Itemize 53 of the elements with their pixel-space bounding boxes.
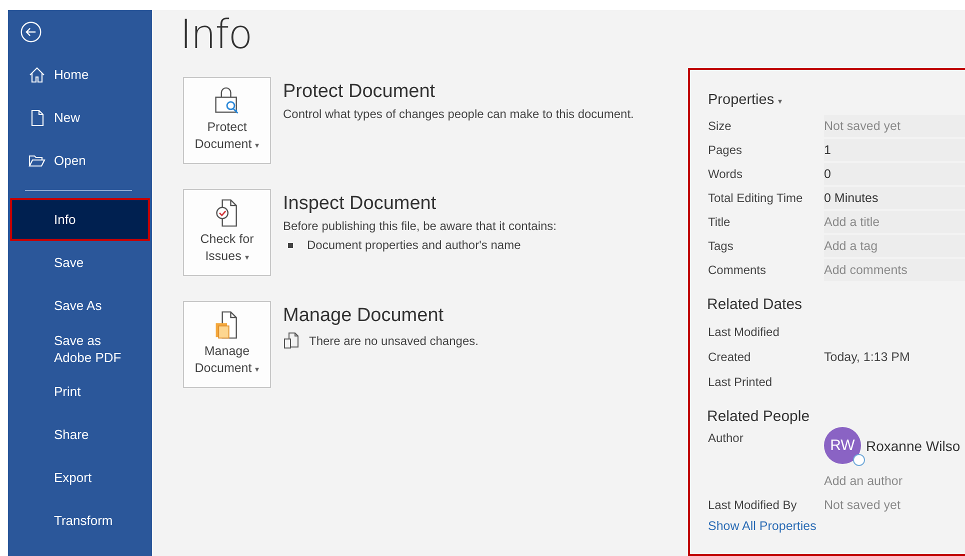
section-button[interactable]: Protect Document ▾	[183, 77, 271, 164]
caret-icon: ▾	[255, 365, 260, 374]
home-icon	[28, 66, 46, 84]
property-label: Pages	[708, 143, 744, 157]
page-title: Info	[180, 12, 253, 58]
property-label: Created	[708, 350, 752, 364]
property-value: Not saved yet	[824, 498, 900, 512]
property-label: Title	[708, 215, 732, 229]
documents-icon	[283, 332, 299, 350]
properties-dropdown[interactable]: Properties ▾	[708, 92, 965, 108]
section-description: Control what types of changes people can make to this document.	[283, 107, 634, 121]
caret-icon: ▾	[778, 97, 782, 106]
property-value: Today, 1:13 PM	[824, 350, 910, 364]
property-value[interactable]: 0	[824, 163, 965, 185]
property-label: Last Modified By	[708, 498, 798, 512]
section-button[interactable]: Manage Document ▾	[183, 301, 271, 388]
sidebar-item[interactable]: Home	[10, 53, 150, 96]
sidebar-item[interactable]: Save As	[10, 284, 150, 327]
lock-key-icon	[213, 86, 241, 116]
author-name: Roxanne Wilso	[866, 438, 960, 454]
property-label: Author	[708, 431, 744, 445]
bullet-text: Document properties and author's name	[307, 238, 521, 252]
property-value[interactable]: 1	[824, 139, 965, 161]
property-label: Last Printed	[708, 374, 774, 388]
sidebar-item[interactable]: Open	[10, 139, 150, 182]
sidebar-item[interactable]: Save	[10, 241, 150, 284]
sidebar-item[interactable]: Export	[10, 456, 150, 499]
caret-icon: ▾	[244, 253, 249, 262]
sidebar-item[interactable]: Share	[10, 413, 150, 456]
section-button[interactable]: Check for Issues ▾	[183, 189, 271, 276]
sidebar-item[interactable]: Transform	[10, 499, 150, 542]
sidebar-item[interactable]: Save as Adobe PDF	[10, 327, 150, 370]
section-heading: Related Dates	[707, 296, 804, 313]
property-label: Size	[708, 119, 732, 133]
property-label: Total Editing Time	[708, 191, 804, 205]
section-title: Manage Document	[283, 305, 445, 327]
property-label: Words	[708, 167, 744, 181]
show-all-properties-link[interactable]: Show All Properties	[708, 519, 965, 533]
section-heading: Related People	[707, 408, 811, 425]
sidebar-item[interactable]: New	[10, 96, 150, 139]
section-title: Protect Document	[283, 81, 436, 103]
status-text: There are no unsaved changes.	[309, 334, 478, 348]
section-title: Inspect Document	[283, 193, 438, 215]
section-description: Before publishing this file, be aware that it contains:	[283, 219, 556, 233]
sidebar-item[interactable]: Print	[10, 370, 150, 413]
presence-icon	[853, 454, 865, 466]
property-label: Tags	[708, 239, 734, 253]
sidebar-item[interactable]: Info	[10, 198, 150, 241]
property-label: Last Modified	[708, 324, 780, 338]
bullet-icon	[288, 242, 293, 248]
property-label: Comments	[708, 263, 768, 277]
caret-icon: ▾	[255, 141, 260, 150]
property-value[interactable]: 0 Minutes	[824, 187, 965, 209]
